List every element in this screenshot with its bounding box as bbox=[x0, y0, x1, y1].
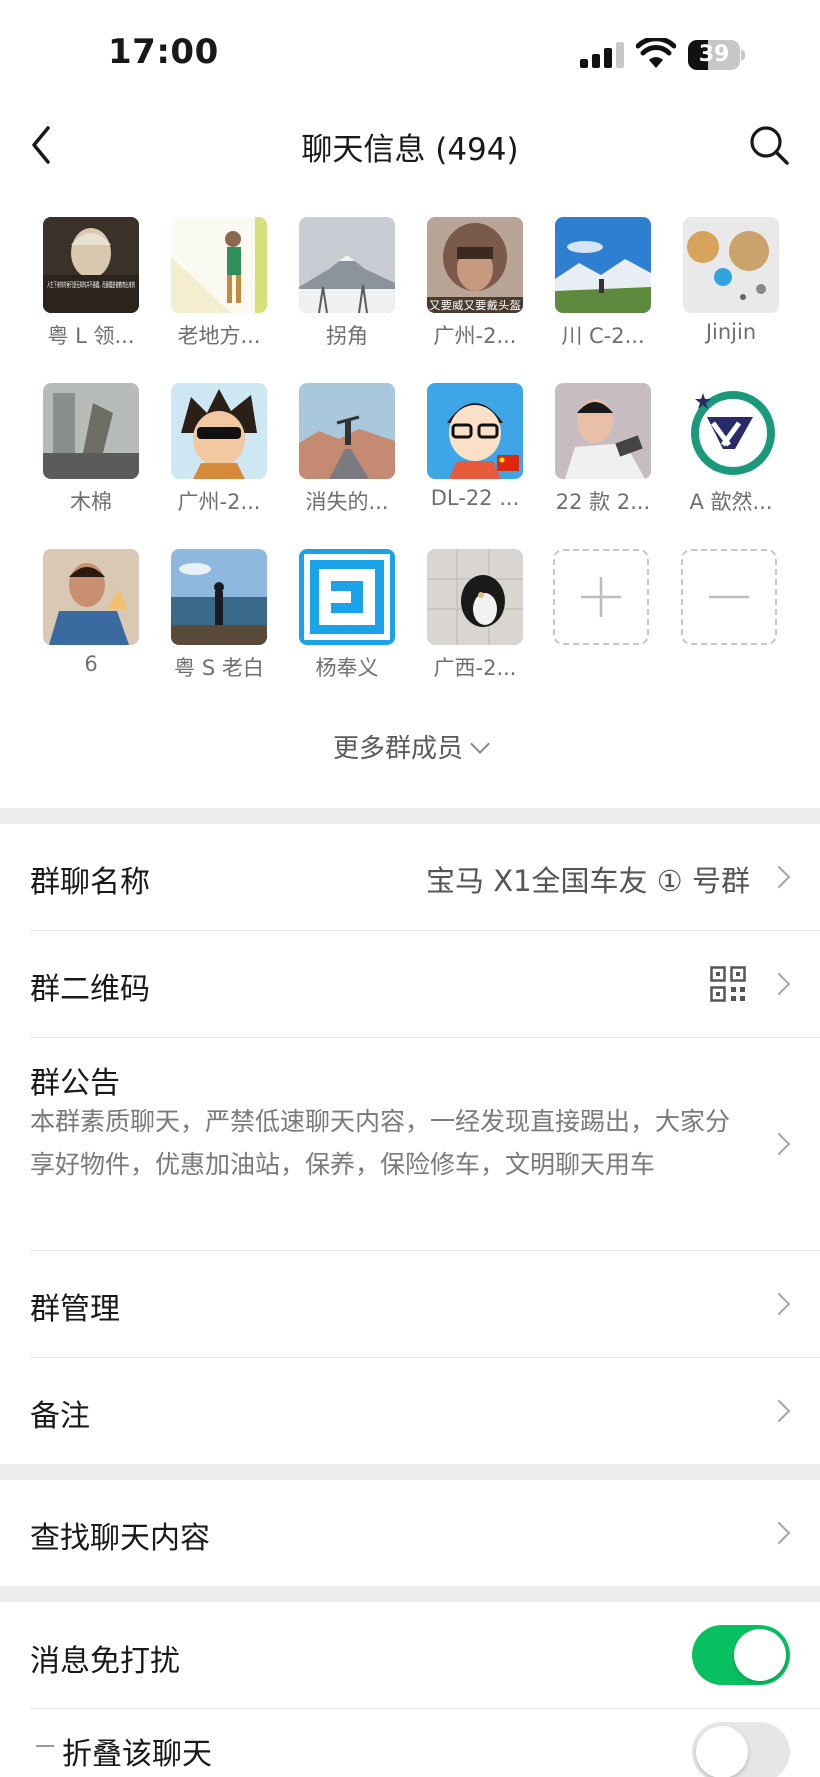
member-item[interactable]: DL-22 ... bbox=[408, 356, 536, 510]
search-section: 查找聊天内容 bbox=[0, 1480, 820, 1586]
member-item[interactable]: Jinjin bbox=[664, 190, 792, 344]
member-avatar bbox=[43, 549, 139, 645]
qr-code-row[interactable]: 群二维码 bbox=[0, 931, 820, 1037]
group-notice-row[interactable]: 群公告 本群素质聊天，严禁低速聊天内容，一经发现直接踢出，大家分享好物件，优惠加… bbox=[0, 1038, 820, 1250]
member-item[interactable]: 消失的... bbox=[280, 356, 408, 514]
member-avatar bbox=[555, 383, 651, 479]
chevron-right-icon bbox=[767, 1292, 791, 1316]
avatar-caption-1: 人生下来的时候只是无知的并不愚蠢，而愚蠢是被教育出来的 bbox=[47, 280, 135, 289]
add-member-button[interactable] bbox=[553, 549, 649, 645]
mute-toggle[interactable] bbox=[692, 1625, 790, 1685]
search-icon[interactable] bbox=[746, 122, 792, 168]
member-name: 粤 L 领... bbox=[47, 324, 135, 348]
member-avatar bbox=[43, 383, 139, 479]
member-avatar bbox=[683, 217, 779, 313]
member-item[interactable]: 6 bbox=[24, 522, 152, 676]
chevron-right-icon bbox=[767, 972, 791, 996]
cellular-signal-icon bbox=[580, 42, 624, 68]
mute-row: 消息免打扰 bbox=[0, 1602, 820, 1708]
member-avatar bbox=[299, 383, 395, 479]
member-item[interactable]: 人生下来的时候只是无知的并不愚蠢，而愚蠢是被教育出来的 粤 L 领... bbox=[24, 190, 152, 348]
member-item[interactable]: 拐角 bbox=[280, 190, 408, 348]
nav-bar: 聊天信息 (494) bbox=[0, 100, 820, 190]
plus-icon bbox=[581, 577, 621, 617]
member-name: 22 款 2... bbox=[555, 490, 651, 514]
wifi-icon bbox=[636, 38, 676, 68]
status-bar: 17:00 39 bbox=[0, 0, 820, 100]
fold-chat-label: 折叠该聊天 bbox=[62, 1737, 212, 1772]
member-name: 拐角 bbox=[326, 324, 368, 348]
chevron-right-icon bbox=[767, 1132, 791, 1156]
avatar-caption-4: 又要威又要戴头盔 bbox=[429, 298, 521, 312]
member-item[interactable]: 广西-2... bbox=[408, 522, 536, 680]
member-name: 广州-2... bbox=[433, 324, 517, 348]
member-avatar: 人生下来的时候只是无知的并不愚蠢，而愚蠢是被教育出来的 bbox=[43, 217, 139, 313]
member-item[interactable]: 又要威又要戴头盔 广州-2... bbox=[408, 190, 536, 348]
member-name: A 歆然... bbox=[689, 490, 773, 514]
member-name: 广西-2... bbox=[433, 656, 517, 680]
chevron-right-icon bbox=[767, 1399, 791, 1423]
more-members-label: 更多群成员 bbox=[332, 734, 463, 764]
member-avatar bbox=[171, 217, 267, 313]
member-avatar bbox=[171, 383, 267, 479]
minus-icon bbox=[709, 595, 749, 599]
more-members-link[interactable]: 更多群成员 bbox=[0, 728, 820, 765]
chevron-right-icon bbox=[767, 1521, 791, 1545]
member-item[interactable]: 22 款 2... bbox=[536, 356, 664, 514]
chevron-down-icon bbox=[470, 734, 490, 754]
member-avatar bbox=[171, 549, 267, 645]
battery-icon: 39 bbox=[688, 40, 745, 70]
member-item[interactable]: 木棉 bbox=[24, 356, 152, 514]
remove-member-button[interactable] bbox=[681, 549, 777, 645]
member-avatar bbox=[555, 217, 651, 313]
remark-label: 备注 bbox=[30, 1399, 90, 1434]
group-name-label: 群聊名称 bbox=[30, 865, 150, 900]
member-item[interactable]: A 歆然... bbox=[664, 356, 792, 514]
member-grid: 人生下来的时候只是无知的并不愚蠢，而愚蠢是被教育出来的 粤 L 领... 老地方… bbox=[0, 190, 820, 808]
member-avatar bbox=[683, 383, 779, 479]
search-chat-label: 查找聊天内容 bbox=[30, 1521, 210, 1556]
member-item[interactable]: 杨奉义 bbox=[280, 522, 408, 680]
member-item[interactable]: 川 C-2... bbox=[536, 190, 664, 348]
member-name: 木棉 bbox=[70, 490, 112, 514]
search-chat-row[interactable]: 查找聊天内容 bbox=[0, 1480, 820, 1586]
member-name: 广州-2... bbox=[177, 490, 261, 514]
group-notice-label: 群公告 bbox=[30, 1066, 120, 1101]
member-item[interactable]: 粤 S 老白 bbox=[152, 522, 280, 680]
member-name: 6 bbox=[84, 652, 98, 676]
battery-level: 39 bbox=[698, 42, 730, 67]
group-name-value: 宝马 X1全国车友 ① 号群 bbox=[426, 864, 750, 898]
member-name: 消失的... bbox=[305, 490, 389, 514]
member-avatar bbox=[427, 383, 523, 479]
member-name: 粤 S 老白 bbox=[174, 656, 264, 680]
member-item[interactable]: 广州-2... bbox=[152, 356, 280, 514]
page-title: 聊天信息 (494) bbox=[301, 132, 519, 168]
group-manage-label: 群管理 bbox=[30, 1292, 120, 1327]
group-settings-section: 群聊名称 宝马 X1全国车友 ① 号群 群二维码 群公告 本群素质聊天，严禁低速… bbox=[0, 824, 820, 1464]
remark-row[interactable]: 备注 bbox=[0, 1358, 820, 1464]
member-name: 老地方... bbox=[177, 324, 261, 348]
fold-chat-row: 折叠该聊天 bbox=[0, 1709, 820, 1777]
member-name: DL-22 ... bbox=[430, 486, 520, 510]
member-avatar bbox=[427, 549, 523, 645]
member-avatar bbox=[299, 549, 395, 645]
qr-code-icon bbox=[710, 966, 746, 1002]
member-item[interactable]: 老地方... bbox=[152, 190, 280, 348]
group-notice-text: 本群素质聊天，严禁低速聊天内容，一经发现直接踢出，大家分享好物件，优惠加油站，保… bbox=[30, 1107, 731, 1179]
group-manage-row[interactable]: 群管理 bbox=[0, 1251, 820, 1357]
qr-code-label: 群二维码 bbox=[30, 972, 150, 1007]
minus-icon bbox=[36, 1745, 54, 1747]
group-name-row[interactable]: 群聊名称 宝马 X1全国车友 ① 号群 bbox=[0, 824, 820, 930]
member-name: 川 C-2... bbox=[561, 324, 645, 348]
member-name: 杨奉义 bbox=[315, 656, 379, 680]
chevron-right-icon bbox=[767, 865, 791, 889]
notification-section: 消息免打扰 折叠该聊天 bbox=[0, 1602, 820, 1777]
member-avatar bbox=[299, 217, 395, 313]
member-name: Jinjin bbox=[705, 320, 757, 344]
status-time: 17:00 bbox=[108, 32, 219, 72]
mute-label: 消息免打扰 bbox=[30, 1644, 180, 1679]
fold-chat-toggle[interactable] bbox=[692, 1722, 790, 1777]
member-avatar: 又要威又要戴头盔 bbox=[427, 217, 523, 313]
